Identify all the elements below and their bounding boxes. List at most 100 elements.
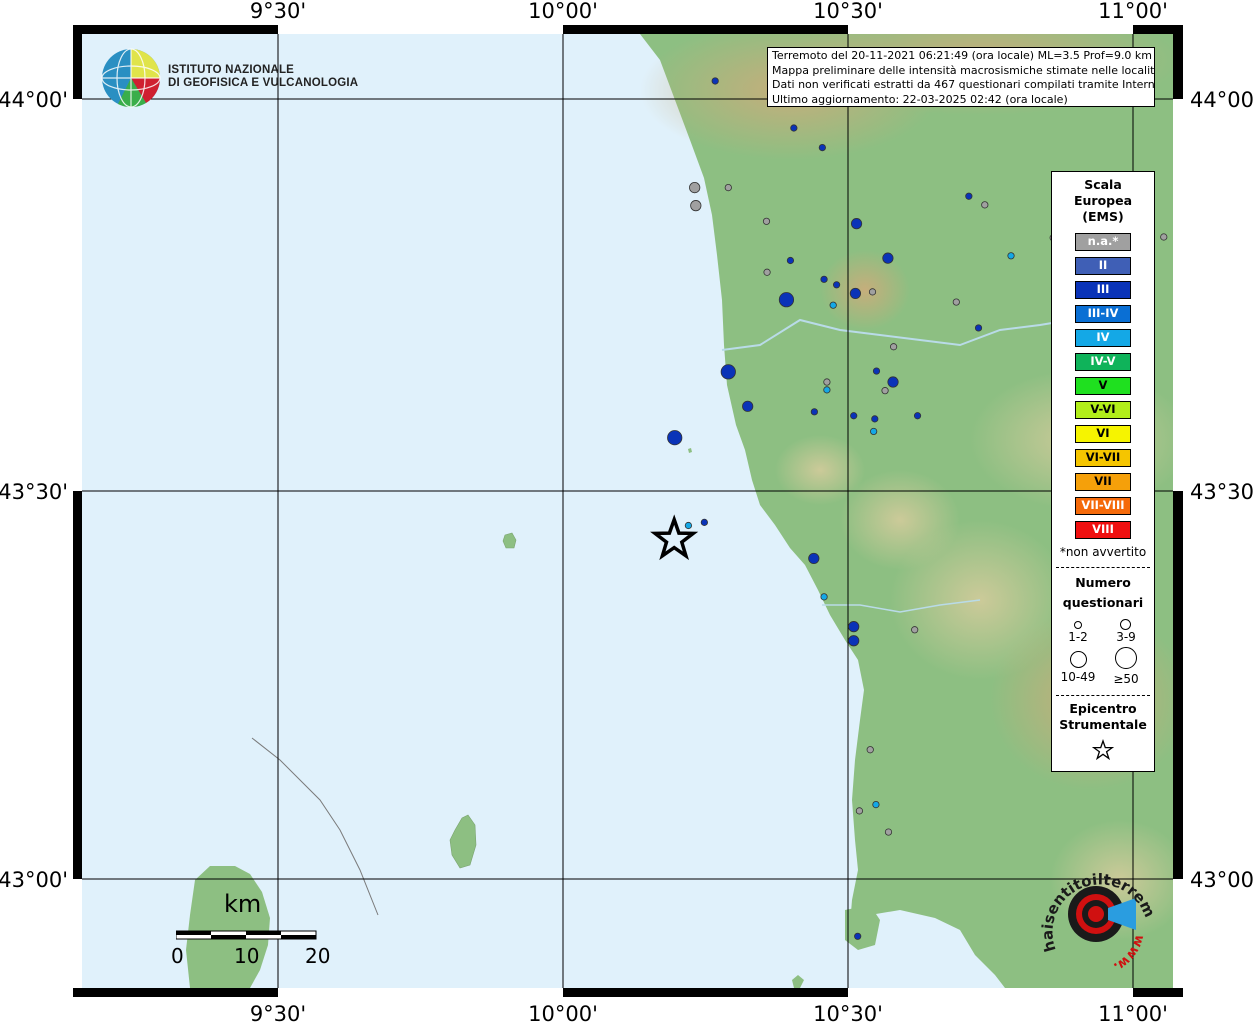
legend-scale-title-line: Scala (1084, 177, 1122, 192)
scale-tick-10: 10 (234, 944, 260, 968)
legend-intensity-swatch: II (1075, 257, 1131, 275)
event-info-line-1: Terremoto del 20-11-2021 06:21:49 (ora l… (772, 49, 1153, 62)
observation-point[interactable] (974, 324, 983, 332)
count-label-1-2: 1-2 (1068, 630, 1088, 644)
observation-point[interactable] (829, 301, 837, 309)
observation-point[interactable] (913, 412, 922, 420)
observation-point[interactable] (823, 386, 831, 394)
observation-point[interactable] (1007, 252, 1015, 260)
observation-point[interactable] (887, 376, 899, 388)
legend-intensity-swatch: VI-VII (1075, 449, 1131, 467)
observation-point[interactable] (884, 828, 893, 836)
lon-label-bottom-1: 9°30' (250, 1002, 306, 1024)
observation-point[interactable] (823, 378, 831, 386)
observation-point[interactable] (1160, 233, 1168, 241)
observation-point[interactable] (667, 430, 683, 446)
observation-point[interactable] (778, 292, 795, 308)
observation-point[interactable] (684, 521, 693, 530)
observation-point[interactable] (820, 275, 828, 283)
observation-point[interactable] (889, 343, 898, 351)
observation-point[interactable] (848, 621, 860, 633)
legend-intensity-swatch: III-IV (1075, 305, 1131, 323)
axis-labels-top: 9°30' 10°00' 10°30' 11°00' (250, 0, 1168, 23)
axis-labels-right: 44°00' 43°30' 43°00' (1190, 88, 1256, 892)
lon-label-top-2: 10°00' (528, 0, 598, 23)
event-info-line-4: Ultimo aggiornamento: 22-03-2025 02:42 (… (772, 92, 1068, 106)
lat-label-right-3: 43°00' (1190, 868, 1256, 892)
observation-point[interactable] (872, 367, 881, 375)
observation-point[interactable] (871, 415, 879, 423)
legend-intensity-swatch: VII (1075, 473, 1131, 491)
observation-point[interactable] (720, 364, 736, 380)
observation-point[interactable] (790, 124, 798, 132)
legend-intensity-swatch: VII-VIII (1075, 497, 1131, 515)
legend-intensity-list: n.a.* II III III-IV IV IV-V V V-VI VI VI-VII VII VI… (1052, 233, 1154, 539)
legend-intensity-swatch: n.a.* (1075, 233, 1131, 251)
relief-pisan-mountains (820, 250, 910, 330)
observation-point[interactable] (763, 268, 771, 276)
observation-point[interactable] (881, 387, 889, 395)
observation-point[interactable] (700, 518, 708, 526)
observation-point[interactable] (882, 252, 894, 264)
observation-point[interactable] (868, 288, 877, 296)
event-info-line-2: Mappa preliminare delle intensità macros… (772, 63, 1155, 77)
observation-point[interactable] (872, 800, 880, 809)
observation-point[interactable] (724, 183, 732, 192)
observation-point[interactable] (850, 218, 863, 230)
observation-point[interactable] (849, 287, 862, 300)
legend-intensity-swatch: V-VI (1075, 401, 1131, 419)
count-label-50-plus: ≥50 (1113, 672, 1139, 686)
ingv-logo-icon (101, 48, 161, 108)
observation-point[interactable] (911, 626, 919, 634)
observation-point[interactable] (870, 427, 878, 436)
observation-point[interactable] (808, 552, 820, 565)
ingv-logo-text: ISTITUTO NAZIONALE DI GEOFISICA E VULCAN… (168, 64, 358, 90)
observation-point[interactable] (742, 400, 754, 412)
legend-panel: Scala Europea (EMS) n.a.* II III III-IV IV IV… (1051, 171, 1155, 772)
legend-intensity-swatch: III (1075, 281, 1131, 299)
observation-point[interactable] (810, 408, 818, 416)
legend-count-title-line: questionari (1062, 595, 1144, 610)
lat-label-right-2: 43°30' (1190, 480, 1256, 504)
legend-intensity-swatch: IV-V (1075, 353, 1131, 371)
observation-point[interactable] (854, 932, 862, 940)
observation-point[interactable] (855, 807, 864, 815)
haisentito-url-text: www. (1111, 933, 1147, 974)
observation-point[interactable] (689, 181, 701, 194)
lon-label-top-3: 10°30' (813, 0, 883, 23)
lat-label-left-1: 44°00' (0, 88, 68, 112)
observation-point[interactable] (965, 192, 973, 200)
svg-text:www.: www. (1111, 933, 1147, 974)
scale-unit-label: km (224, 890, 262, 918)
observation-point[interactable] (952, 298, 960, 306)
haisentito-logo-icon: haisentitoilterremoto.it www. (1036, 864, 1159, 974)
legend-intensity-swatch: VIII (1075, 521, 1131, 539)
lat-label-left-2: 43°30' (0, 480, 68, 504)
observation-point[interactable] (848, 635, 860, 647)
legend-count-title: Numero questionari (1052, 573, 1154, 613)
count-circle-medium (1120, 619, 1131, 630)
lon-label-bottom-4: 11°00' (1098, 1002, 1168, 1024)
observation-point[interactable] (850, 412, 858, 420)
scale-tick-20: 20 (305, 944, 331, 968)
legend-scale-title-line: (EMS) (1082, 209, 1124, 224)
axis-labels-left: 44°00' 43°30' 43°00' (0, 88, 68, 892)
observation-point[interactable] (820, 593, 828, 601)
observation-point[interactable] (866, 746, 874, 754)
observation-point[interactable] (786, 256, 795, 265)
observation-point[interactable] (762, 217, 771, 225)
lon-label-top-1: 9°30' (250, 0, 306, 23)
relief-hills-6 (775, 435, 865, 505)
legend-intensity-swatch: IV (1075, 329, 1131, 347)
legend-scale-title-line: Europea (1073, 193, 1133, 208)
observation-point[interactable] (690, 200, 702, 212)
observation-point[interactable] (832, 281, 841, 289)
scale-bar (176, 930, 317, 940)
observation-point[interactable] (981, 201, 989, 209)
legend-intensity-swatch: VI (1075, 425, 1131, 443)
observation-point[interactable] (711, 77, 719, 85)
legend-scale-title: Scala Europea (EMS) (1052, 177, 1154, 225)
legend-not-felt-note: *non avvertito (1059, 545, 1147, 559)
observation-point[interactable] (818, 144, 826, 152)
legend-epicenter-star-icon (1091, 739, 1115, 761)
